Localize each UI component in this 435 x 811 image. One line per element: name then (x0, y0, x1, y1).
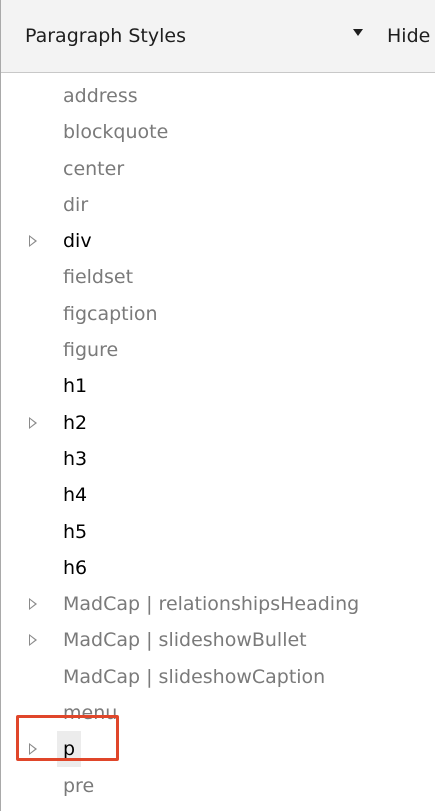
style-item-div[interactable]: div (1, 223, 434, 259)
style-item-label: dir (63, 193, 89, 216)
style-item-label: figure (63, 339, 119, 362)
style-item-figure[interactable]: figure (1, 332, 434, 368)
expand-triangle-icon[interactable] (29, 634, 37, 647)
hide-button[interactable]: Hide (387, 16, 430, 56)
style-item-label: MadCap | relationshipsHeading (63, 593, 360, 616)
styles-toolbar: Paragraph Styles Hide (1, 0, 435, 73)
style-item-label: center (63, 157, 125, 180)
style-item-h3[interactable]: h3 (1, 441, 434, 477)
style-item-label: address (63, 85, 138, 107)
style-item-figcaption[interactable]: figcaption (1, 296, 434, 332)
style-item-h2[interactable]: h2 (1, 405, 434, 441)
expand-triangle-icon[interactable] (29, 598, 37, 611)
style-item-h1[interactable]: h1 (1, 368, 434, 404)
style-item-label: pre (63, 774, 95, 797)
style-type-dropdown-value: Paragraph Styles (25, 25, 186, 47)
style-item-madcap-slideshowcaption[interactable]: MadCap | slideshowCaption (1, 659, 434, 695)
style-item-label: h5 (63, 520, 88, 543)
style-list: address blockquote center dir div fieldset fig… (1, 78, 434, 804)
style-item-label: fieldset (63, 266, 134, 289)
style-item-label: MadCap | slideshowCaption (63, 665, 326, 688)
style-item-label: blockquote (63, 121, 169, 144)
style-item-center[interactable]: center (1, 151, 434, 187)
style-item-pre[interactable]: pre (1, 768, 434, 804)
style-item-label: h1 (63, 375, 88, 398)
style-item-label: h2 (63, 411, 88, 434)
dropdown-arrow-icon[interactable] (353, 29, 363, 36)
style-type-dropdown[interactable]: Paragraph Styles (13, 16, 369, 56)
expand-triangle-icon[interactable] (29, 235, 37, 248)
expand-triangle-icon[interactable] (29, 416, 37, 429)
style-item-label: div (63, 230, 92, 253)
style-item-h4[interactable]: h4 (1, 477, 434, 513)
style-item-label: MadCap | slideshowBullet (63, 629, 307, 652)
style-item-madcap-slideshowbullet[interactable]: MadCap | slideshowBullet (1, 622, 434, 658)
style-item-label: figcaption (63, 302, 158, 325)
style-item-madcap-relationshipsheading[interactable]: MadCap | relationshipsHeading (1, 586, 434, 622)
style-item-label: h3 (63, 447, 88, 470)
style-item-h5[interactable]: h5 (1, 514, 434, 550)
style-item-fieldset[interactable]: fieldset (1, 259, 434, 295)
style-item-address[interactable]: address (1, 78, 434, 114)
annotation-highlight-box (16, 715, 119, 761)
style-item-label: h4 (63, 484, 88, 507)
style-item-blockquote[interactable]: blockquote (1, 114, 434, 150)
style-item-label: h6 (63, 556, 88, 579)
style-item-dir[interactable]: dir (1, 187, 434, 223)
style-item-h6[interactable]: h6 (1, 550, 434, 586)
styles-panel: Paragraph Styles Hide address blockquote c… (0, 0, 435, 811)
